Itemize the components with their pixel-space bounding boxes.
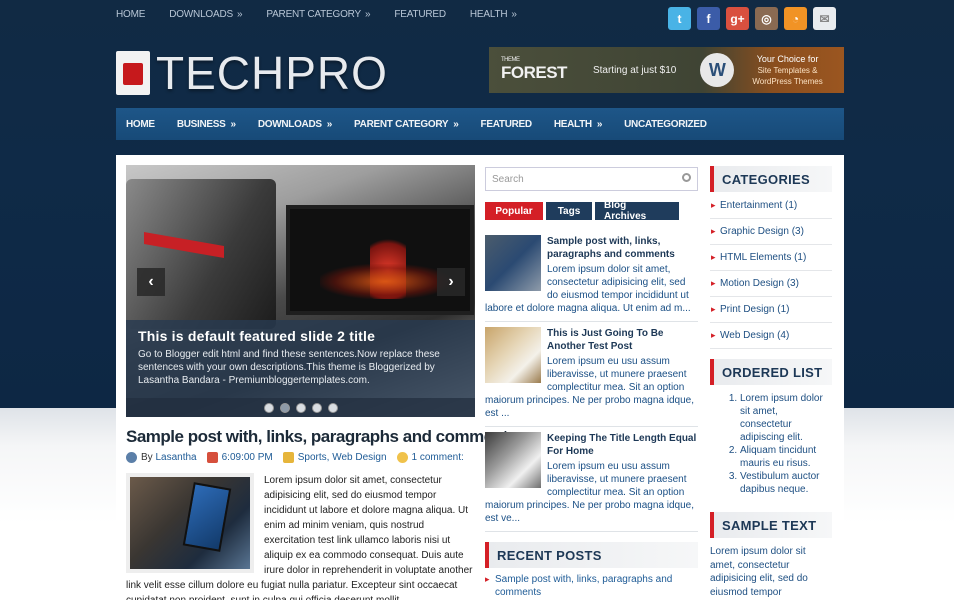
topnav-health[interactable]: HEALTH» — [470, 9, 517, 20]
tab-blog-archives[interactable]: Blog Archives — [595, 200, 679, 222]
post-meta: By Lasantha 6:09:00 PM Sports, Web Desig… — [126, 452, 474, 463]
post-comments[interactable]: 1 comment: — [412, 452, 464, 463]
category-item[interactable]: HTML Elements (1) — [710, 245, 832, 271]
popular-item[interactable]: Keeping The Title Length Equal For Home … — [485, 432, 698, 532]
wordpress-icon: W — [700, 53, 735, 87]
slider-caption: This is default featured slide 2 title G… — [126, 320, 475, 398]
main-nav: HOME BUSINESS» DOWNLOADS» PARENT CATEGOR… — [116, 108, 844, 140]
post-body: Lorem ipsum dolor sit amet, consectetur … — [126, 475, 473, 600]
banner-choice: Your Choice for Site Templates & WordPre… — [752, 53, 823, 86]
search-placeholder: Search — [492, 173, 524, 185]
twitter-icon[interactable]: t — [668, 7, 691, 30]
slider-next-button[interactable]: › — [437, 268, 465, 296]
topnav-parent-category[interactable]: PARENT CATEGORY» — [266, 9, 370, 20]
post-time[interactable]: 6:09:00 PM — [222, 452, 273, 463]
social-icons: t f g+ ◎ ◔ ✉ — [668, 7, 836, 30]
recent-posts-list: Sample post with, links, paragraphs and … — [485, 573, 698, 599]
slider-dot[interactable] — [263, 402, 274, 413]
category-item[interactable]: Motion Design (3) — [710, 271, 832, 297]
mainnav-home[interactable]: HOME — [126, 119, 155, 130]
slider-dot[interactable] — [327, 402, 338, 413]
email-icon[interactable]: ✉ — [813, 7, 836, 30]
ordered-list-item: Vestibulum auctor dapibus neque. — [740, 470, 832, 496]
topnav-downloads[interactable]: DOWNLOADS» — [169, 9, 242, 20]
slide-title[interactable]: This is default featured slide 2 title — [138, 328, 463, 344]
site-logo[interactable]: TECHPRO — [116, 46, 388, 100]
rss-icon[interactable]: ◔ — [784, 7, 807, 30]
banner-ad[interactable]: THEME FOREST Starting at just $10 W Your… — [489, 47, 844, 93]
ordered-list: Lorem ipsum dolor sit amet, consectetur … — [710, 392, 832, 496]
slider-dot[interactable] — [295, 402, 306, 413]
tab-popular[interactable]: Popular — [485, 202, 543, 220]
folder-icon — [282, 452, 294, 463]
featured-slider[interactable]: ‹ › This is default featured slide 2 tit… — [126, 165, 475, 417]
recent-post-item[interactable]: Sample post with, links, paragraphs and … — [485, 573, 698, 599]
google-plus-icon[interactable]: g+ — [726, 7, 749, 30]
mainnav-health[interactable]: HEALTH» — [554, 119, 603, 130]
mainnav-uncategorized[interactable]: UNCATEGORIZED — [624, 119, 707, 130]
sidebar-tabs: Popular Tags Blog Archives — [485, 200, 679, 222]
slider-dot[interactable] — [279, 402, 290, 413]
top-nav: HOME DOWNLOADS» PARENT CATEGORY» FEATURE… — [116, 0, 541, 28]
popular-thumbnail[interactable] — [485, 432, 541, 488]
search-input[interactable]: Search — [485, 167, 698, 191]
logo-text: TECHPRO — [156, 47, 388, 99]
category-item[interactable]: Web Design (4) — [710, 323, 832, 349]
ordered-list-item: Aliquam tincidunt mauris eu risus. — [740, 444, 832, 470]
slider-image-monitor — [286, 205, 474, 315]
sample-text: Lorem ipsum dolor sit amet, consectetur … — [710, 546, 808, 598]
category-item[interactable]: Print Design (1) — [710, 297, 832, 323]
mainnav-business[interactable]: BUSINESS» — [177, 119, 236, 130]
banner-offer: Starting at just $10 — [592, 64, 677, 76]
slider-dots — [126, 398, 475, 417]
categories-list: Entertainment (1) Graphic Design (3) HTM… — [710, 193, 832, 349]
calendar-icon — [206, 452, 218, 463]
popular-thumbnail[interactable] — [485, 235, 541, 291]
post-categories[interactable]: Sports, Web Design — [298, 452, 387, 463]
mainnav-downloads[interactable]: DOWNLOADS» — [258, 119, 333, 130]
ordered-list-item: Lorem ipsum dolor sit amet, consectetur … — [740, 392, 832, 444]
post-author[interactable]: Lasantha — [155, 452, 196, 463]
slide-description: Go to Blogger edit html and find these s… — [138, 349, 440, 386]
popular-item[interactable]: This is Just Going To Be Another Test Po… — [485, 327, 698, 427]
facebook-icon[interactable]: f — [697, 7, 720, 30]
slider-dot[interactable] — [311, 402, 322, 413]
popular-item[interactable]: Sample post with, links, paragraphs and … — [485, 235, 698, 322]
categories-heading: CATEGORIES — [710, 166, 832, 192]
slider-image-tower — [126, 179, 276, 329]
recent-posts-heading: RECENT POSTS — [485, 542, 698, 568]
slider-prev-button[interactable]: ‹ — [137, 268, 165, 296]
category-item[interactable]: Graphic Design (3) — [710, 219, 832, 245]
author-icon — [126, 452, 137, 463]
topnav-featured[interactable]: FEATURED — [394, 9, 446, 20]
content-area: ‹ › This is default featured slide 2 tit… — [116, 155, 844, 600]
search-icon[interactable] — [682, 173, 691, 182]
comment-icon — [396, 452, 408, 463]
mainnav-parent-category[interactable]: PARENT CATEGORY» — [354, 119, 459, 130]
tab-tags[interactable]: Tags — [546, 202, 592, 220]
ordered-list-heading: ORDERED LIST — [710, 359, 832, 385]
popular-thumbnail[interactable] — [485, 327, 541, 383]
banner-brand: THEME FOREST — [501, 57, 567, 82]
topnav-home[interactable]: HOME — [116, 9, 145, 20]
sample-text-heading: SAMPLE TEXT — [710, 512, 832, 538]
logo-icon — [116, 51, 150, 95]
post-title[interactable]: Sample post with, links, paragraphs and … — [126, 427, 517, 447]
instagram-icon[interactable]: ◎ — [755, 7, 778, 30]
category-item[interactable]: Entertainment (1) — [710, 193, 832, 219]
mainnav-featured[interactable]: FEATURED — [481, 119, 533, 130]
